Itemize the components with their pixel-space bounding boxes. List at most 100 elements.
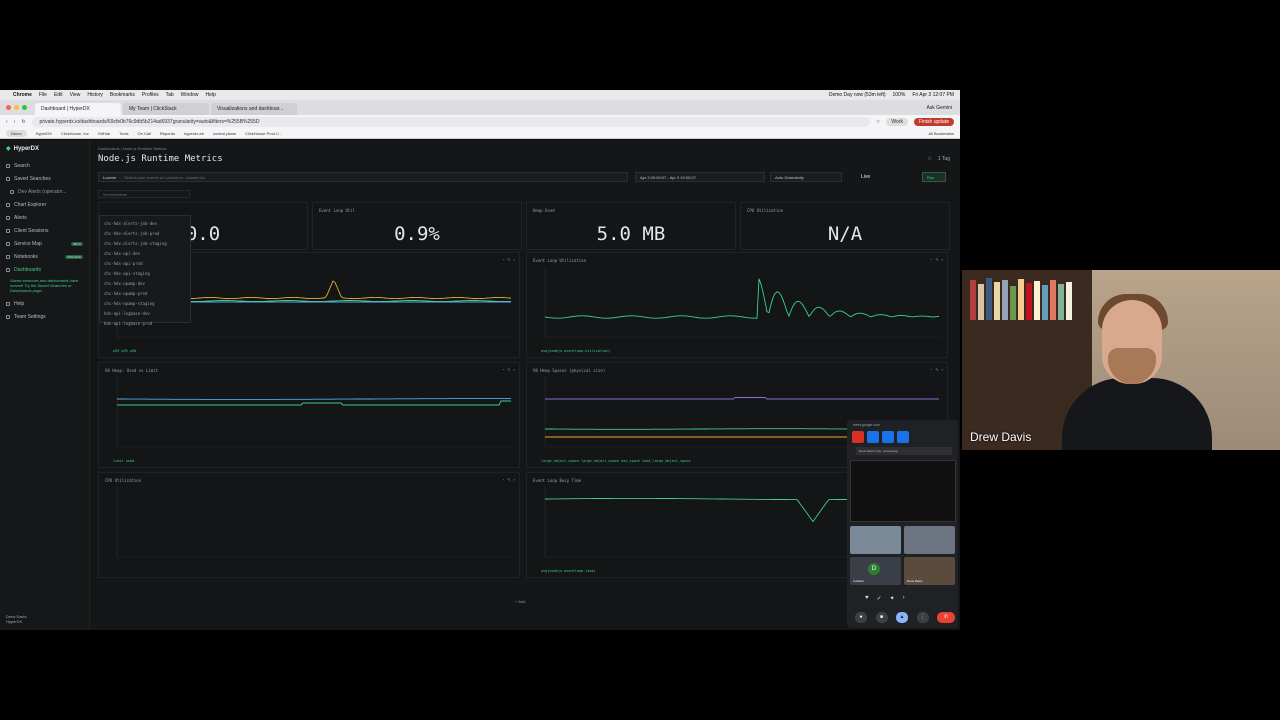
participant-tile-self[interactable]: Drew Davis — [904, 557, 955, 585]
close-window-button[interactable] — [6, 105, 11, 110]
dropdown-option[interactable]: chc-hdx-alerts-job-dev — [104, 219, 186, 229]
edit-icon[interactable]: ✎ — [507, 477, 510, 482]
menu-help[interactable]: Help — [205, 92, 215, 98]
menu-profiles[interactable]: Profiles — [142, 92, 159, 98]
stat-tile[interactable]: Event Loop Util 0.9% — [312, 202, 522, 250]
chart-tile[interactable]: Event Loop Utilization ◔ ✎ ▪ avg(nodejs.even… — [526, 252, 948, 358]
tab-dashboard[interactable]: Dashboard | HyperDX — [35, 103, 121, 115]
bookmark-star-icon[interactable]: ☆ — [876, 119, 880, 125]
plus-icon[interactable] — [897, 431, 909, 443]
heart-icon[interactable]: ♥ — [865, 595, 869, 602]
url-field[interactable]: private.hyperdx.io/dashboards/69cfe0b76c… — [31, 117, 870, 127]
chart-tile[interactable]: V8 Heap: Used vs Limit ◔ ✎ ▪ limit used — [98, 362, 520, 468]
edit-icon[interactable]: ✎ — [507, 257, 510, 262]
participant-tile-others[interactable]: D 4 others — [850, 557, 901, 585]
dropdown-option[interactable]: chc-hdx-api-dev — [104, 249, 186, 259]
alert-icon[interactable]: ◔ — [502, 367, 504, 372]
edit-icon[interactable]: ✎ — [935, 367, 938, 372]
search-input[interactable]: Lucene Search your events w/ Lucene ex. … — [98, 172, 628, 182]
run-button[interactable]: Run — [922, 172, 946, 182]
calendar-status[interactable]: Demo Day now (53m left) — [829, 92, 886, 98]
sidebar-item-client-sessions[interactable]: Client Sessions — [6, 226, 83, 235]
dropdown-option[interactable]: chc-hdx-alerts-job-staging — [104, 239, 186, 249]
bookmark-item[interactable]: hyperdx-ee — [184, 131, 204, 136]
demo-bookmark[interactable]: Demo — [6, 130, 27, 137]
present-icon[interactable]: ▲ — [896, 612, 908, 623]
tag-button[interactable]: 1 Tag — [938, 156, 950, 162]
minimize-window-button[interactable] — [14, 105, 19, 110]
menu-window[interactable]: Window — [181, 92, 199, 98]
bookmark-item[interactable]: control-plane — [213, 131, 236, 136]
dropdown-option[interactable]: chc-hdx-opamp-prod — [104, 289, 186, 299]
edit-icon[interactable]: ✎ — [507, 367, 510, 372]
finish-update-button[interactable]: Finish update — [913, 118, 954, 126]
live-toggle[interactable]: Live — [861, 174, 870, 180]
menu-file[interactable]: File — [39, 92, 47, 98]
ask-gemini-button[interactable]: Ask Gemini — [926, 105, 960, 115]
menu-tab[interactable]: Tab — [166, 92, 174, 98]
time-range-picker[interactable]: Apr 3 09:00:07 - Apr 3 10:00:07 — [635, 172, 765, 182]
dropdown-option[interactable]: chc-hdx-api-staging — [104, 269, 186, 279]
zoom-window-button[interactable] — [22, 105, 27, 110]
user-menu[interactable]: Drew Davis HyperDX — [6, 614, 26, 624]
sidebar-item-team-settings[interactable]: Team Settings — [6, 312, 83, 321]
sidebar-item-service-map[interactable]: Service Map BETA — [6, 239, 83, 248]
sidebar-item-dashboards[interactable]: Dashboards — [6, 265, 83, 274]
menu-edit[interactable]: Edit — [54, 92, 63, 98]
granularity-select[interactable]: Auto Granularity — [770, 172, 842, 182]
all-bookmarks[interactable]: All Bookmarks — [928, 131, 954, 136]
battery-status[interactable]: 100% — [893, 92, 906, 98]
bookmark-item[interactable]: Tools — [119, 131, 128, 136]
menu-view[interactable]: View — [70, 92, 81, 98]
thumbs-up-icon[interactable]: ✓ — [877, 595, 882, 602]
bookmark-item[interactable]: ClickHouse Prod C... — [245, 131, 282, 136]
menu-history[interactable]: History — [87, 92, 103, 98]
bookmark-item[interactable]: ClickHouse, Inc — [61, 131, 89, 136]
delete-icon[interactable]: ▪ — [514, 367, 515, 372]
hyperdx-logo[interactable]: ◆ HyperDX — [6, 145, 83, 153]
dropdown-option[interactable]: hdx-api-logbase-prod — [104, 319, 186, 329]
camera-icon[interactable]: ■ — [875, 612, 888, 623]
page-title[interactable]: Node.js Runtime Metrics — [98, 154, 223, 164]
celebrate-icon[interactable]: ✦ — [890, 595, 895, 602]
add-tile-button[interactable]: + Add — [515, 599, 525, 604]
clock[interactable]: Fri Apr 3 12:07 PM — [912, 92, 954, 98]
more-icon[interactable]: › — [903, 595, 905, 602]
alert-icon[interactable]: ◔ — [930, 367, 932, 372]
reload-icon[interactable]: ↻ — [21, 119, 25, 125]
bookmark-item[interactable]: On Call — [138, 131, 151, 136]
stat-tile[interactable]: Heap Used 5.0 MB — [526, 202, 736, 250]
participant-tile[interactable] — [904, 526, 955, 554]
mic-icon[interactable]: ● — [855, 612, 867, 623]
sidebar-item-search[interactable]: Search — [6, 161, 83, 170]
menu-chrome[interactable]: Chrome — [13, 92, 32, 98]
bookmark-item[interactable]: GitHub — [98, 131, 110, 136]
delete-icon[interactable]: ▪ — [942, 257, 943, 262]
alert-icon[interactable]: ◔ — [930, 257, 932, 262]
dropdown-option[interactable]: chc-hdx-opamp-staging — [104, 299, 186, 309]
menu-bookmarks[interactable]: Bookmarks — [110, 92, 135, 98]
sidebar-item-chart-explorer[interactable]: Chart Explorer — [6, 200, 83, 209]
sidebar-item-help[interactable]: Help — [6, 299, 83, 308]
forward-icon[interactable]: › — [14, 119, 16, 125]
alert-icon[interactable]: ◔ — [502, 257, 504, 262]
tab-visualizations[interactable]: Visualizations and dashboar... — [211, 103, 297, 115]
sidebar-item-notebooks[interactable]: Notebooks PREVIEW — [6, 252, 83, 261]
dropdown-option[interactable]: chc-hdx-api-prod — [104, 259, 186, 269]
delete-icon[interactable]: ▪ — [514, 257, 515, 262]
profile-work-button[interactable]: Work — [886, 118, 908, 126]
dropdown-option[interactable]: chc-hdx-opamp-dev — [104, 279, 186, 289]
chart-tile[interactable]: CPU Utilization ◔ ✎ ▪ — [98, 472, 520, 578]
edit-icon[interactable]: ✎ — [935, 257, 938, 262]
delete-icon[interactable]: ▪ — [942, 367, 943, 372]
sidebar-item-dev-alerts-operator[interactable]: Dev Alerts (operator... — [6, 187, 83, 196]
breadcrumb[interactable]: Dashboards / Node.js Runtime Metrics — [98, 146, 166, 151]
alert-icon[interactable]: ◔ — [502, 477, 504, 482]
record-icon[interactable] — [852, 431, 864, 443]
dropdown-option[interactable]: chc-hdx-alerts-job-prod — [104, 229, 186, 239]
more-options-icon[interactable]: ⋮ — [916, 612, 929, 623]
dropdown-option[interactable]: hdx-api-logbase-dev — [104, 309, 186, 319]
participant-tile[interactable] — [850, 526, 901, 554]
end-call-button[interactable]: ✆ — [937, 612, 955, 623]
sidebar-item-saved-searches[interactable]: Saved Searches — [6, 174, 83, 183]
